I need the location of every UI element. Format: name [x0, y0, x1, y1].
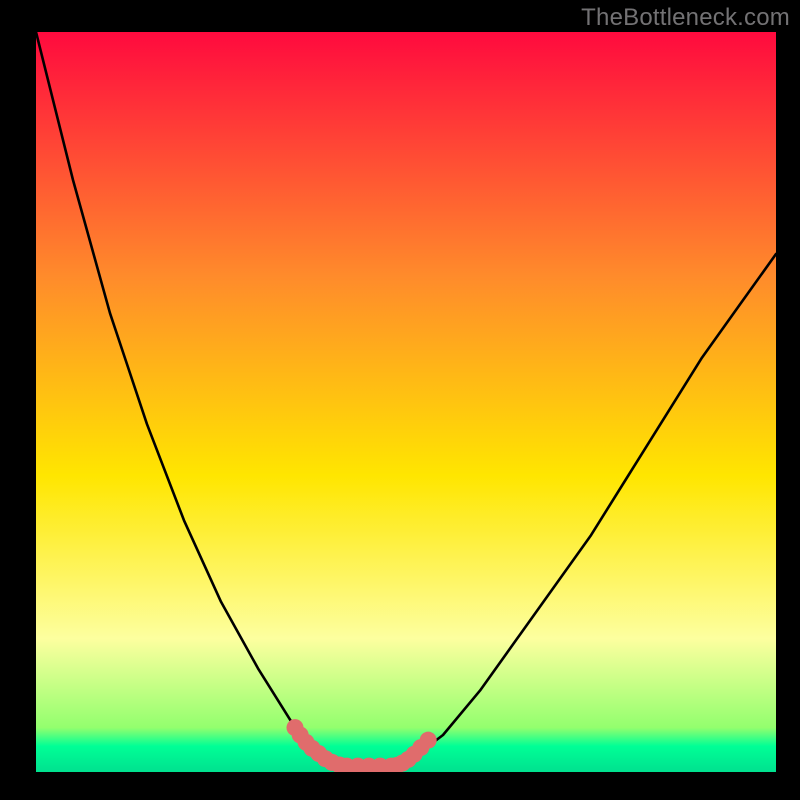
watermark-text: TheBottleneck.com: [581, 4, 790, 32]
chart-plot-area: [36, 32, 776, 772]
marker-point: [420, 732, 437, 749]
chart-background: [36, 32, 776, 772]
chart-frame: TheBottleneck.com: [0, 0, 800, 800]
